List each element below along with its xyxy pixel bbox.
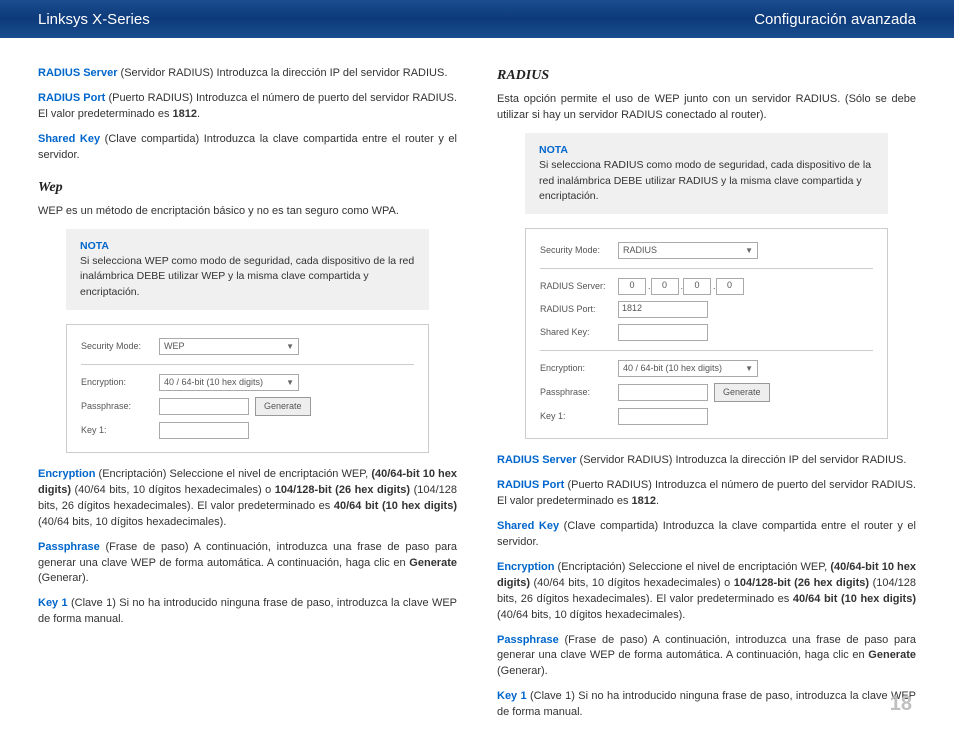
key1-input[interactable]	[159, 422, 249, 439]
ss-shared-key-row: Shared Key:	[540, 321, 873, 344]
term-encryption: Encryption	[38, 468, 95, 480]
security-mode-select[interactable]: RADIUS▼	[618, 242, 758, 259]
screenshot-radius: Security Mode: RADIUS▼ RADIUS Server: 0.…	[525, 228, 888, 439]
term-shared-key: Shared Key	[38, 133, 100, 145]
chevron-down-icon: ▼	[745, 363, 753, 375]
ss-security-mode-label: Security Mode:	[81, 340, 159, 353]
ss-passphrase-row: Passphrase: Generate	[81, 394, 414, 419]
term-encryption: Encryption	[497, 561, 554, 573]
passphrase-input[interactable]	[159, 398, 249, 415]
ss-key1-label: Key 1:	[540, 410, 618, 423]
generate-button[interactable]: Generate	[255, 397, 311, 416]
ss-security-mode-row: Security Mode: RADIUS▼	[540, 239, 873, 262]
para-encryption: Encryption (Encriptación) Seleccione el …	[38, 467, 457, 531]
term-shared-key: Shared Key	[497, 520, 559, 532]
heading-wep: Wep	[38, 178, 457, 198]
note-text: Si selecciona RADIUS como modo de seguri…	[539, 159, 871, 201]
ss-shared-key-label: Shared Key:	[540, 326, 618, 339]
term-key1: Key 1	[497, 690, 527, 702]
para-radius-server: RADIUS Server (Servidor RADIUS) Introduz…	[497, 453, 916, 469]
radius-port-input[interactable]: 1812	[618, 301, 708, 318]
ss-encryption-label: Encryption:	[81, 376, 159, 389]
note-box-wep: NOTA Si selecciona WEP como modo de segu…	[66, 229, 429, 310]
term-passphrase: Passphrase	[38, 541, 100, 553]
content-area: RADIUS Server (Servidor RADIUS) Introduz…	[0, 38, 954, 730]
radius-intro: Esta opción permite el uso de WEP junto …	[497, 92, 916, 124]
ip-octet-2-input[interactable]: 0	[651, 278, 679, 295]
para-key1: Key 1 (Clave 1) Si no ha introducido nin…	[38, 596, 457, 628]
ss-passphrase-label: Passphrase:	[81, 400, 159, 413]
chevron-down-icon: ▼	[286, 341, 294, 353]
ip-octet-1-input[interactable]: 0	[618, 278, 646, 295]
ss-encryption-label: Encryption:	[540, 362, 618, 375]
ss-key1-row: Key 1:	[81, 419, 414, 442]
para-passphrase: Passphrase (Frase de paso) A continuació…	[497, 633, 916, 681]
ss-encryption-row: Encryption: 40 / 64-bit (10 hex digits)▼	[540, 357, 873, 380]
shared-key-input[interactable]	[618, 324, 708, 341]
chevron-down-icon: ▼	[286, 377, 294, 389]
note-box-radius: NOTA Si selecciona RADIUS como modo de s…	[525, 133, 888, 214]
generate-button[interactable]: Generate	[714, 383, 770, 402]
ss-passphrase-row: Passphrase: Generate	[540, 380, 873, 405]
ss-radius-server-row: RADIUS Server: 0. 0. 0. 0	[540, 275, 873, 298]
ss-security-mode-label: Security Mode:	[540, 244, 618, 257]
passphrase-input[interactable]	[618, 384, 708, 401]
wep-intro: WEP es un método de encriptación básico …	[38, 204, 457, 220]
para-shared-key: Shared Key (Clave compartida) Introduzca…	[38, 132, 457, 164]
term-radius-port: RADIUS Port	[38, 92, 105, 104]
term-passphrase: Passphrase	[497, 634, 559, 646]
term-key1: Key 1	[38, 597, 68, 609]
ss-key1-label: Key 1:	[81, 424, 159, 437]
heading-radius: RADIUS	[497, 66, 916, 86]
page-number: 18	[890, 693, 912, 716]
ip-octet-3-input[interactable]: 0	[683, 278, 711, 295]
ss-security-mode-row: Security Mode: WEP▼	[81, 335, 414, 358]
screenshot-wep: Security Mode: WEP▼ Encryption: 40 / 64-…	[66, 324, 429, 453]
para-radius-port: RADIUS Port (Puerto RADIUS) Introduzca e…	[38, 91, 457, 123]
term-radius-server: RADIUS Server	[497, 454, 576, 466]
term-radius-server: RADIUS Server	[38, 67, 117, 79]
right-column: RADIUS Esta opción permite el uso de WEP…	[497, 66, 916, 730]
ss-radius-server-label: RADIUS Server:	[540, 280, 618, 293]
para-radius-port: RADIUS Port (Puerto RADIUS) Introduzca e…	[497, 478, 916, 510]
note-label: NOTA	[539, 143, 874, 158]
divider	[81, 364, 414, 365]
para-radius-server: RADIUS Server (Servidor RADIUS) Introduz…	[38, 66, 457, 82]
header-right: Configuración avanzada	[754, 11, 916, 28]
key1-input[interactable]	[618, 408, 708, 425]
ss-passphrase-label: Passphrase:	[540, 386, 618, 399]
encryption-select[interactable]: 40 / 64-bit (10 hex digits)▼	[618, 360, 758, 377]
para-shared-key: Shared Key (Clave compartida) Introduzca…	[497, 519, 916, 551]
ss-radius-port-label: RADIUS Port:	[540, 303, 618, 316]
ss-radius-port-row: RADIUS Port: 1812	[540, 298, 873, 321]
ss-encryption-row: Encryption: 40 / 64-bit (10 hex digits)▼	[81, 371, 414, 394]
ss-key1-row: Key 1:	[540, 405, 873, 428]
term-radius-port: RADIUS Port	[497, 479, 564, 491]
divider	[540, 268, 873, 269]
header-bar: Linksys X-Series Configuración avanzada	[0, 0, 954, 38]
security-mode-select[interactable]: WEP▼	[159, 338, 299, 355]
note-text: Si selecciona WEP como modo de seguridad…	[80, 255, 414, 297]
divider	[540, 350, 873, 351]
para-encryption: Encryption (Encriptación) Seleccione el …	[497, 560, 916, 624]
chevron-down-icon: ▼	[745, 245, 753, 257]
ip-octet-4-input[interactable]: 0	[716, 278, 744, 295]
para-passphrase: Passphrase (Frase de paso) A continuació…	[38, 540, 457, 588]
encryption-select[interactable]: 40 / 64-bit (10 hex digits)▼	[159, 374, 299, 391]
note-label: NOTA	[80, 239, 415, 254]
left-column: RADIUS Server (Servidor RADIUS) Introduz…	[38, 66, 457, 730]
header-left: Linksys X-Series	[38, 11, 150, 28]
para-key1: Key 1 (Clave 1) Si no ha introducido nin…	[497, 689, 916, 721]
